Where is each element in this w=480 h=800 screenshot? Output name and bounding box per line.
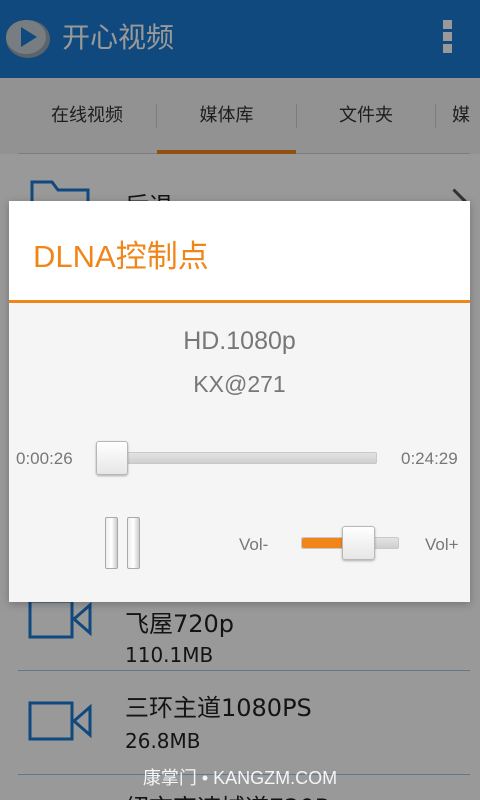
volume-thumb[interactable]: [341, 526, 375, 560]
pause-icon: [127, 517, 140, 569]
seek-bar[interactable]: [105, 452, 377, 464]
media-name: HD.1080p: [183, 327, 296, 355]
total-duration: 0:24:29: [401, 449, 458, 468]
pause-icon: [105, 517, 118, 569]
watermark: 康掌门 • KANGZM.COM: [142, 768, 338, 788]
seek-thumb[interactable]: [95, 441, 128, 475]
dialog-title: DLNA控制点: [33, 239, 209, 274]
media-server: KX@271: [193, 371, 286, 397]
dlna-control-dialog: DLNA控制点 HD.1080p KX@271 0:00:26 0:24:29 …: [9, 201, 470, 602]
elapsed-time: 0:00:26: [16, 449, 73, 468]
volume-up-label[interactable]: Vol+: [425, 535, 459, 555]
volume-down-label[interactable]: Vol-: [239, 535, 268, 555]
pause-button[interactable]: [105, 517, 143, 569]
